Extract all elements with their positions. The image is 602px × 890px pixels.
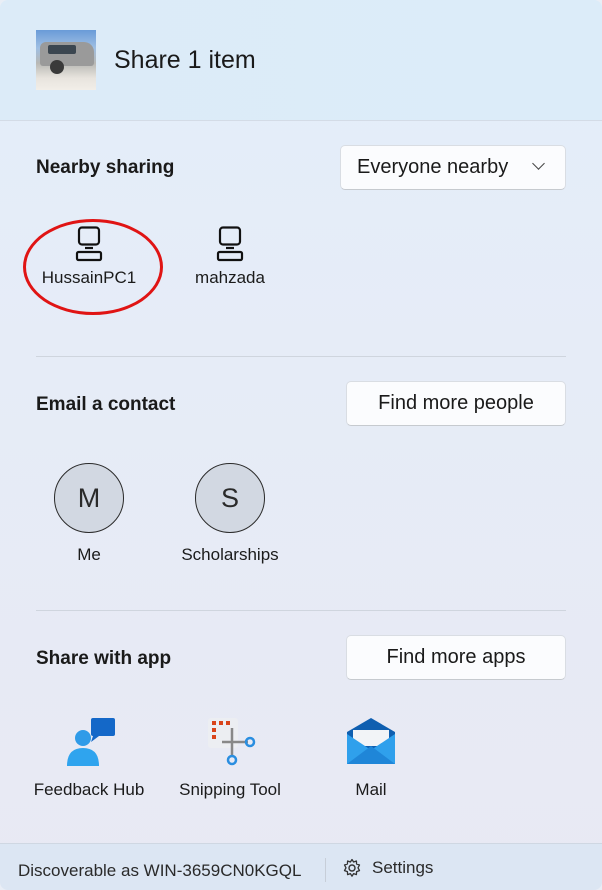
- settings-link[interactable]: Settings: [342, 858, 433, 878]
- app-name: Feedback Hub: [33, 780, 145, 799]
- device-name: mahzada: [195, 268, 265, 287]
- contact-name: Scholarships: [181, 545, 279, 564]
- app-name: Snipping Tool: [179, 780, 281, 799]
- section-divider: [36, 610, 566, 611]
- snipping-tool-icon: [202, 716, 258, 768]
- footer-divider: [325, 858, 326, 882]
- nearby-sharing-heading: Nearby sharing: [36, 157, 175, 178]
- share-header: Share 1 item: [0, 0, 602, 121]
- section-divider: [36, 356, 566, 357]
- app-mail[interactable]: Mail: [301, 716, 441, 800]
- contact-item[interactable]: M Me: [19, 463, 159, 565]
- avatar: M: [54, 463, 124, 533]
- chevron-down-icon: [532, 157, 545, 170]
- feedback-hub-icon: [61, 716, 117, 768]
- item-thumbnail: [36, 30, 96, 90]
- computer-icon: [216, 226, 244, 262]
- share-with-app-heading: Share with app: [36, 648, 172, 669]
- share-footer: Discoverable as WIN-3659CN0KGQL Settings: [0, 843, 602, 890]
- mail-icon: [343, 716, 399, 768]
- contact-item[interactable]: S Scholarships: [160, 463, 300, 565]
- find-more-apps-button[interactable]: Find more apps: [346, 635, 566, 680]
- find-more-people-button[interactable]: Find more people: [346, 381, 566, 426]
- highlight-annotation: [23, 219, 163, 315]
- settings-label: Settings: [372, 858, 434, 877]
- dropdown-value: Everyone nearby: [357, 156, 509, 178]
- nearby-device[interactable]: mahzada: [165, 226, 295, 288]
- nearby-visibility-dropdown[interactable]: Everyone nearby: [340, 145, 566, 190]
- share-panel: Share 1 item Nearby sharing Everyone nea…: [0, 0, 602, 890]
- app-name: Mail: [355, 780, 387, 799]
- share-title: Share 1 item: [114, 46, 256, 74]
- app-feedback-hub[interactable]: Feedback Hub: [19, 716, 159, 800]
- email-contact-heading: Email a contact: [36, 394, 176, 415]
- contact-name: Me: [77, 545, 101, 564]
- gear-icon: [343, 858, 361, 877]
- app-snipping-tool[interactable]: Snipping Tool: [160, 716, 300, 800]
- avatar: S: [195, 463, 265, 533]
- discoverable-status: Discoverable as WIN-3659CN0KGQL: [18, 861, 302, 880]
